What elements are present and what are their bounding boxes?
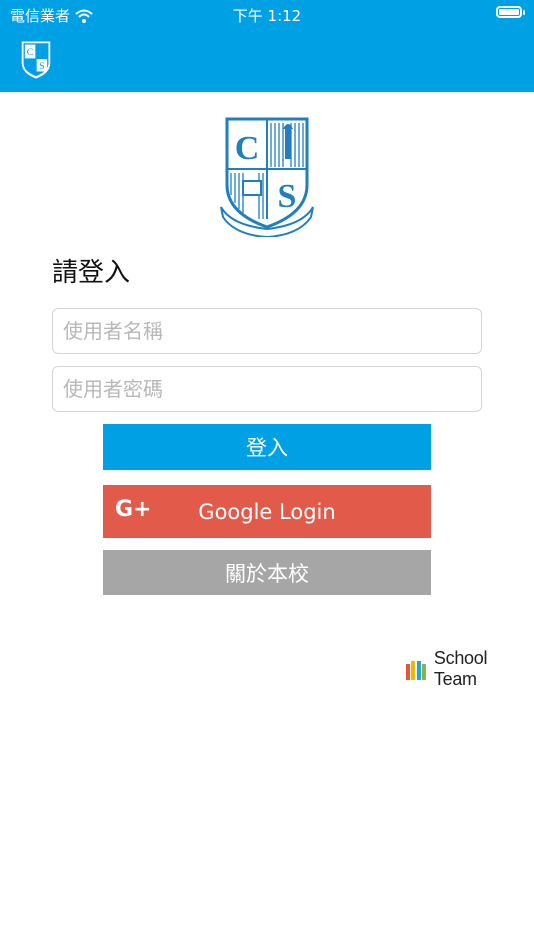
status-bar: 電信業者 下午 1:12: [0, 0, 534, 30]
google-login-button[interactable]: G+ Google Login: [103, 485, 431, 538]
svg-text:C: C: [27, 47, 34, 58]
login-button-label: 登入: [246, 436, 288, 460]
username-field[interactable]: [52, 308, 482, 354]
about-school-button[interactable]: 關於本校: [103, 550, 431, 595]
login-heading: 請登入: [52, 258, 131, 288]
svg-text:S: S: [39, 61, 44, 72]
password-field[interactable]: [52, 366, 482, 412]
school-team-logo-icon: [405, 658, 426, 680]
battery-icon: [496, 6, 525, 18]
school-team-brand: School Team: [404, 648, 534, 690]
login-button[interactable]: 登入: [103, 424, 431, 470]
about-school-label: 關於本校: [225, 561, 309, 586]
google-plus-icon: G+: [115, 497, 152, 522]
school-team-name: School Team: [433, 648, 488, 689]
school-crest-icon[interactable]: C S: [20, 40, 52, 80]
svg-text:C: C: [235, 130, 260, 167]
status-time: 下午 1:12: [232, 7, 302, 25]
school-crest-logo: C S: [220, 117, 314, 237]
app-header: 電信業者 下午 1:12 C S: [0, 0, 534, 92]
battery-level: [499, 9, 519, 15]
google-login-label: Google Login: [198, 499, 336, 524]
svg-text:S: S: [278, 178, 297, 215]
